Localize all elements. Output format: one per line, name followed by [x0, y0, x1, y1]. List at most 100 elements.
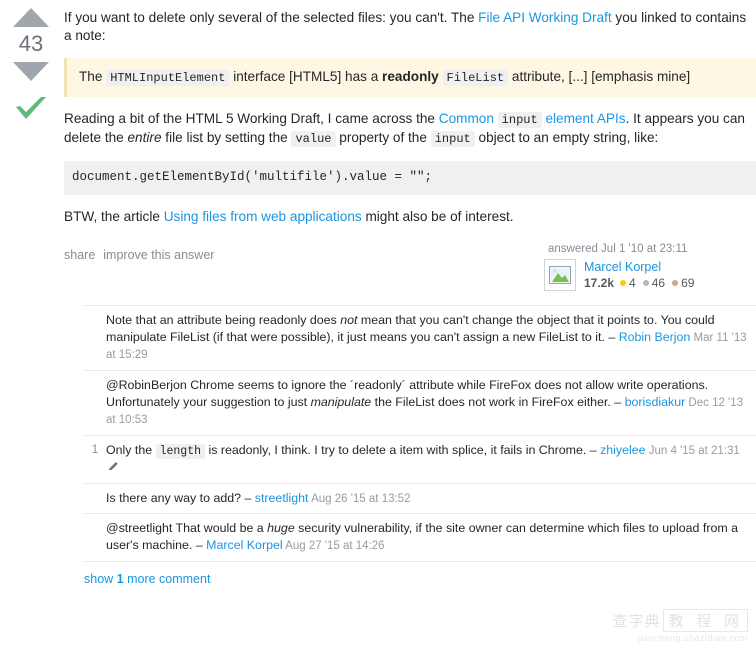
- comment-row: Is there any way to add? – streetlight A…: [84, 484, 756, 515]
- broken-image-icon: [545, 263, 575, 287]
- comment-emphasis: huge: [267, 521, 295, 536]
- comment-text: Is there any way to add? – streetlight A…: [106, 490, 750, 508]
- comment-text: Note that an attribute being readonly do…: [106, 312, 750, 364]
- comment-score: [84, 520, 106, 554]
- watermark: 查字典 教 程 网 jiaocheng.chazidian.com: [612, 609, 748, 643]
- bronze-badge-dot-icon: [672, 280, 679, 287]
- quote-text-3: [439, 69, 443, 84]
- code-block-snippet: document.getElementById('multifile').val…: [64, 161, 756, 196]
- quote-text-1: The: [79, 69, 107, 85]
- watermark-url: jiaocheng.chazidian.com: [637, 633, 748, 643]
- answer-post: 43 If you want to delete only several of…: [0, 0, 756, 292]
- bronze-badge-count: 69: [681, 276, 695, 291]
- comment-score: [84, 312, 106, 364]
- comments-list: Note that an attribute being readonly do…: [84, 305, 756, 562]
- code-filelist: FileList: [442, 70, 509, 87]
- link-text-element-apis: element APIs: [541, 111, 626, 127]
- comment-text-fragment: the FileList does not work in FireFox ei…: [371, 394, 625, 409]
- comment-row: Note that an attribute being readonly do…: [84, 306, 756, 371]
- answered-timestamp: answered Jul 1 '10 at 23:11: [548, 243, 688, 256]
- show-more-prefix: show: [84, 571, 117, 586]
- gold-badge-count: 4: [629, 276, 636, 291]
- share-link[interactable]: share: [64, 248, 95, 262]
- post-body: If you want to delete only several of th…: [64, 9, 756, 226]
- link-text-common: Common: [438, 111, 498, 127]
- paragraph-intro: If you want to delete only several of th…: [64, 9, 756, 45]
- comment-user-link[interactable]: borisdiakur: [625, 395, 686, 409]
- comment-text: Only the length is readonly, I think. I …: [106, 442, 750, 477]
- user-name-link[interactable]: Marcel Korpel: [584, 260, 701, 274]
- comment-inline-code: length: [155, 443, 206, 459]
- reading-text-4: property of the: [335, 130, 431, 146]
- quote-text-2: interface [HTML5] has a: [229, 69, 383, 85]
- vote-down-icon[interactable]: [13, 62, 49, 81]
- reading-text-5: object to an empty string, like:: [474, 130, 659, 146]
- comment-text-fragment: Is there any way to add? –: [106, 490, 255, 505]
- comment-user-link[interactable]: Robin Berjon: [619, 330, 691, 344]
- comment-emphasis: not: [340, 313, 358, 328]
- reading-text-3: file list by setting the: [161, 130, 292, 146]
- paragraph-btw: BTW, the article Using files from web ap…: [64, 208, 756, 226]
- comment-date: Aug 26 '15 at 13:52: [308, 492, 411, 505]
- bronze-badge[interactable]: 69: [672, 276, 694, 290]
- watermark-logo: 查字典 教 程 网: [612, 609, 748, 632]
- vote-count: 43: [18, 31, 44, 56]
- post-cell: If you want to delete only several of th…: [62, 0, 756, 292]
- comment-row: @streetlight That would be a huge securi…: [84, 514, 756, 562]
- emphasis-entire: entire: [127, 130, 162, 146]
- user-info: Marcel Korpel 17.2k 4 46 69: [584, 259, 701, 290]
- intro-text-before: If you want to delete only several of th…: [64, 10, 479, 25]
- show-more-comments-link[interactable]: show 1 more comment: [84, 572, 210, 586]
- watermark-text-box: 教 程 网: [663, 609, 748, 632]
- code-input: input: [430, 131, 475, 148]
- silver-badge-count: 46: [651, 276, 666, 291]
- comment-date: Jun 4 '15 at 21:31: [645, 444, 740, 457]
- post-menu: share improve this answer: [64, 243, 222, 262]
- pencil-icon[interactable]: [108, 460, 119, 477]
- show-more-suffix: more comment: [123, 571, 211, 586]
- comment-user-link[interactable]: streetlight: [255, 491, 309, 505]
- using-files-from-web-applications-link[interactable]: Using files from web applications: [164, 209, 362, 224]
- comment-row: 1 Only the length is readonly, I think. I…: [84, 436, 756, 484]
- user-details: Marcel Korpel 17.2k 4 46 69: [544, 259, 748, 292]
- code-input-inlink: input: [497, 112, 542, 129]
- post-footer: share improve this answer answered Jul 1 …: [64, 243, 756, 292]
- watermark-text-left: 查字典: [612, 612, 661, 630]
- comment-text: @RobinBerjon Chrome seems to ignore the …: [106, 377, 750, 429]
- show-more-count: 1: [116, 571, 124, 586]
- btw-text-2: might also be of interest.: [361, 209, 514, 225]
- improve-this-answer-link[interactable]: improve this answer: [103, 248, 214, 262]
- code-value: value: [291, 131, 336, 148]
- common-input-element-apis-link[interactable]: Common input element APIs: [438, 111, 626, 129]
- comment-date: Aug 27 '15 at 14:26: [282, 540, 385, 553]
- comment-score: [84, 377, 106, 429]
- comment-user-link[interactable]: zhiyelee: [600, 443, 645, 457]
- silver-badge[interactable]: 46: [642, 276, 666, 291]
- comment-text: @streetlight That would be a huge securi…: [106, 520, 750, 554]
- btw-text-1: BTW, the article: [64, 209, 164, 225]
- gold-badge[interactable]: 4: [620, 276, 636, 290]
- vote-cell: 43: [0, 0, 62, 291]
- vote-up-icon[interactable]: [13, 8, 49, 27]
- comment-text-fragment: is readonly, I think. I try to delete a …: [205, 442, 601, 457]
- comment-emphasis: manipulate: [310, 394, 372, 409]
- quote-bold-readonly: readonly: [382, 69, 439, 85]
- spec-quote-blockquote: The HTMLInputElement interface [HTML5] h…: [64, 58, 756, 98]
- comment-text-fragment: Only the: [106, 442, 156, 457]
- reading-text-1: Reading a bit of the HTML 5 Working Draf…: [64, 111, 439, 127]
- comment-score: 1: [91, 443, 99, 456]
- code-htmlinputelement: HTMLInputElement: [106, 70, 230, 87]
- user-reputation-and-badges: 17.2k 4 46 69: [584, 276, 701, 290]
- comment-text-fragment: @streetlight That would be a: [106, 521, 268, 536]
- show-more-comments[interactable]: show 1 more comment: [84, 562, 756, 586]
- comment-user-link[interactable]: Marcel Korpel: [206, 538, 282, 552]
- silver-badge-dot-icon: [642, 280, 649, 287]
- comment-row: @RobinBerjon Chrome seems to ignore the …: [84, 371, 756, 436]
- paragraph-reading: Reading a bit of the HTML 5 Working Draf…: [64, 110, 756, 148]
- avatar[interactable]: [544, 259, 576, 292]
- reputation-score: 17.2k: [584, 276, 615, 291]
- file-api-working-draft-link[interactable]: File API Working Draft: [478, 10, 611, 25]
- quote-text-4: attribute, [...] [emphasis mine]: [508, 69, 691, 85]
- comment-score: [84, 490, 106, 508]
- accepted-answer-checkmark-icon: [0, 94, 62, 126]
